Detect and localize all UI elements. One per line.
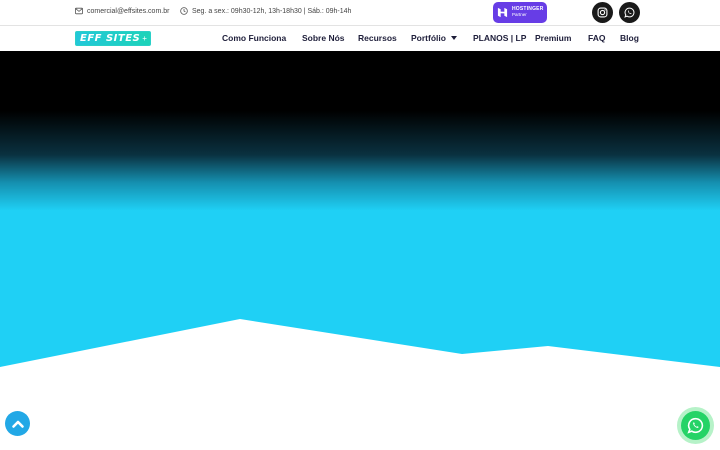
- nav-como-funciona[interactable]: Como Funciona: [222, 33, 286, 43]
- effsites-logo[interactable]: EFF SITES +: [75, 31, 151, 46]
- scroll-to-top-button[interactable]: [5, 411, 30, 436]
- instagram-button[interactable]: [592, 2, 613, 23]
- hero-section: [0, 51, 720, 450]
- partner-sub: Partner: [512, 12, 527, 18]
- nav-sobre-nos[interactable]: Sobre Nós: [302, 33, 345, 43]
- nav-recursos[interactable]: Recursos: [358, 33, 397, 43]
- nav-portfolio[interactable]: Portfólio: [411, 33, 446, 43]
- chevron-up-icon: [11, 420, 24, 428]
- nav-planos-lp[interactable]: PLANOS | LP: [473, 33, 526, 43]
- hostinger-partner-badge[interactable]: HOSTINGER Partner: [493, 2, 547, 23]
- portfolio-caret-icon[interactable]: [451, 36, 457, 40]
- main-navbar: EFF SITES + Como Funciona Sobre Nós Recu…: [0, 26, 720, 51]
- hostinger-logo-icon: [497, 7, 508, 18]
- top-info-bar: comercial@effsites.com.br Seg. a sex.: 0…: [0, 0, 720, 26]
- whatsapp-icon: [624, 7, 635, 18]
- logo-text: EFF SITES: [80, 33, 141, 44]
- nav-premium[interactable]: Premium: [535, 33, 571, 43]
- business-hours: Seg. a sex.: 09h30-12h, 13h-18h30 | Sáb.…: [180, 7, 351, 15]
- hours-text: Seg. a sex.: 09h30-12h, 13h-18h30 | Sáb.…: [192, 7, 352, 15]
- hero-background: [0, 51, 720, 450]
- whatsapp-button[interactable]: [619, 2, 640, 23]
- whatsapp-float-inner[interactable]: [681, 411, 710, 440]
- clock-icon: [180, 7, 188, 15]
- whatsapp-icon: [687, 417, 704, 434]
- logo-plus: +: [142, 34, 147, 43]
- nav-blog[interactable]: Blog: [620, 33, 639, 43]
- whatsapp-float-button[interactable]: [677, 407, 714, 444]
- contact-email[interactable]: comercial@effsites.com.br: [75, 7, 169, 15]
- email-text: comercial@effsites.com.br: [87, 7, 170, 15]
- nav-faq[interactable]: FAQ: [588, 33, 605, 43]
- instagram-icon: [597, 7, 608, 18]
- envelope-icon: [75, 7, 83, 15]
